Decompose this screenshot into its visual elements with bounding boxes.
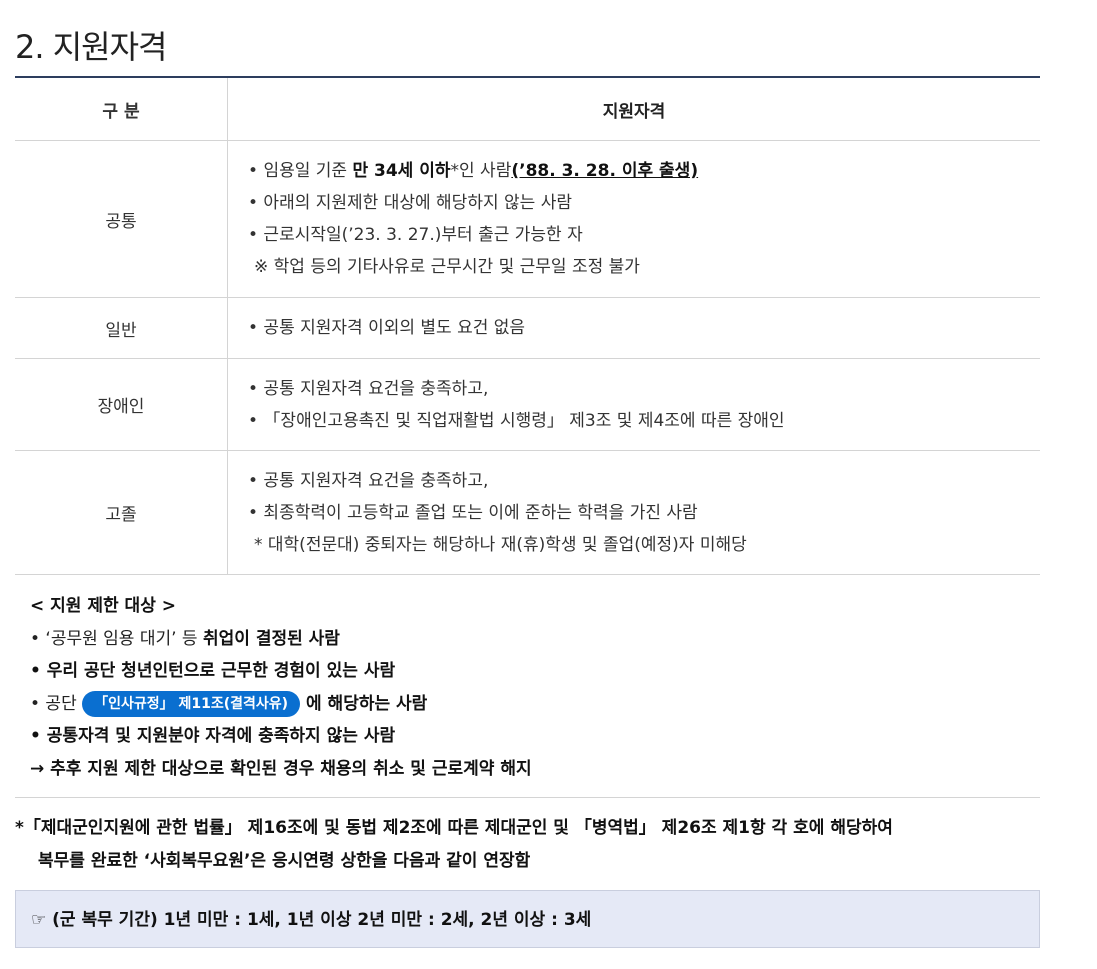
- row-qualification: • 공통 지원자격 이외의 별도 요건 없음: [227, 297, 1040, 359]
- table-row: 장애인 • 공통 지원자격 요건을 충족하고, • 「장애인고용촉진 및 직업재…: [15, 358, 1040, 451]
- text-segment: 에 해당하는 사람: [300, 693, 428, 714]
- row-qualification: • 임용일 기준 만 34세 이하*인 사람(’88. 3. 28. 이후 출생…: [227, 140, 1040, 298]
- text-segment: • ‘공무원 임용 대기’ 등: [30, 628, 203, 649]
- restriction-item: • 우리 공단 청년인턴으로 근무한 경험이 있는 사람: [30, 661, 396, 681]
- row-category: 고졸: [15, 450, 228, 575]
- table-row: 고졸 • 공통 지원자격 요건을 충족하고, • 최종학력이 고등학교 졸업 또…: [15, 450, 1040, 575]
- list-item: • 최종학력이 고등학교 졸업 또는 이에 준하는 학력을 가진 사람: [248, 502, 698, 523]
- bullet: •: [248, 161, 264, 181]
- list-item: • 임용일 기준 만 34세 이하*인 사람(’88. 3. 28. 이후 출생…: [248, 155, 1040, 187]
- law-note: *「제대군인지원에 관한 법률」 제16조에 및 동법 제2조에 따른 제대군인…: [15, 812, 893, 878]
- list-item: • 공통 지원자격 요건을 충족하고,: [248, 378, 489, 399]
- note-item: * 대학(전문대) 중퇴자는 해당하나 재(휴)학생 및 졸업(예정)자 미해당: [254, 534, 747, 555]
- table-row: 일반 • 공통 지원자격 이외의 별도 요건 없음: [15, 297, 1040, 359]
- row-qualification: • 공통 지원자격 요건을 충족하고, • 「장애인고용촉진 및 직업재활법 시…: [227, 358, 1040, 451]
- restriction-heading: < 지원 제한 대상 >: [30, 596, 177, 616]
- restriction-item: • 공통자격 및 지원분야 자격에 충족하지 않는 사람: [30, 726, 396, 746]
- law-note-line: 복무를 완료한 ‘사회복무요원’은 응시연령 상한을 다음과 같이 연장함: [38, 851, 531, 871]
- law-note-line: *「제대군인지원에 관한 법률」 제16조에 및 동법 제2조에 따른 제대군인…: [15, 818, 893, 838]
- age-extension-box: ☞ (군 복무 기간) 1년 미만 : 1세, 1년 이상 2년 미만 : 2세…: [15, 890, 1040, 948]
- list-item: • 공통 지원자격 이외의 별도 요건 없음: [248, 318, 526, 338]
- row-category: 일반: [15, 297, 228, 359]
- section-title: 2. 지원자격: [15, 28, 167, 66]
- row-category: 공통: [15, 140, 228, 298]
- hr-regulation-link[interactable]: 「인사규정」 제11조(결격사유): [82, 690, 301, 717]
- list-item: • 「장애인고용촉진 및 직업재활법 시행령」 제3조 및 제4조에 따른 장애…: [248, 410, 785, 431]
- header-qualification: 지원자격: [227, 78, 1040, 141]
- table-row: 공통 • 임용일 기준 만 34세 이하*인 사람(’88. 3. 28. 이후…: [15, 140, 1040, 298]
- text-segment: *인 사람: [450, 161, 512, 181]
- text-segment: 임용일 기준: [263, 161, 353, 181]
- note-item: ※ 학업 등의 기타사유로 근무시간 및 근무일 조정 불가: [254, 257, 640, 277]
- divider: [15, 797, 1040, 798]
- age-limit-text: 만 34세 이하: [352, 161, 451, 181]
- list-item: • 공통 지원자격 요건을 충족하고,: [248, 470, 489, 491]
- birthdate-text: (’88. 3. 28. 이후 출생): [511, 161, 699, 181]
- list-item: • 아래의 지원제한 대상에 해당하지 않는 사람: [248, 193, 572, 213]
- restriction-consequence: → 추후 지원 제한 대상으로 확인된 경우 채용의 취소 및 근로계약 해지: [30, 758, 532, 779]
- row-category: 장애인: [15, 358, 228, 451]
- restriction-item: • 공단 「인사규정」 제11조(결격사유) 에 해당하는 사람: [30, 688, 532, 721]
- restriction-item: • ‘공무원 임용 대기’ 등 취업이 결정된 사람: [30, 623, 532, 656]
- table-header-row: 구 분 지원자격: [15, 78, 1040, 141]
- text-segment: • 공단: [30, 693, 83, 714]
- page: 2. 지원자격 구 분 지원자격 공통 • 임용일 기준 만 34세 이하*인 …: [0, 0, 1097, 969]
- text-segment: 취업이 결정된 사람: [202, 628, 340, 649]
- restriction-list: < 지원 제한 대상 > • ‘공무원 임용 대기’ 등 취업이 결정된 사람 …: [30, 590, 532, 785]
- header-category: 구 분: [15, 78, 228, 141]
- qualification-table: 구 분 지원자격 공통 • 임용일 기준 만 34세 이하*인 사람(’88. …: [15, 78, 1040, 575]
- list-item: • 근로시작일(’23. 3. 27.)부터 출근 가능한 자: [248, 225, 583, 245]
- row-qualification: • 공통 지원자격 요건을 충족하고, • 최종학력이 고등학교 졸업 또는 이…: [227, 450, 1040, 575]
